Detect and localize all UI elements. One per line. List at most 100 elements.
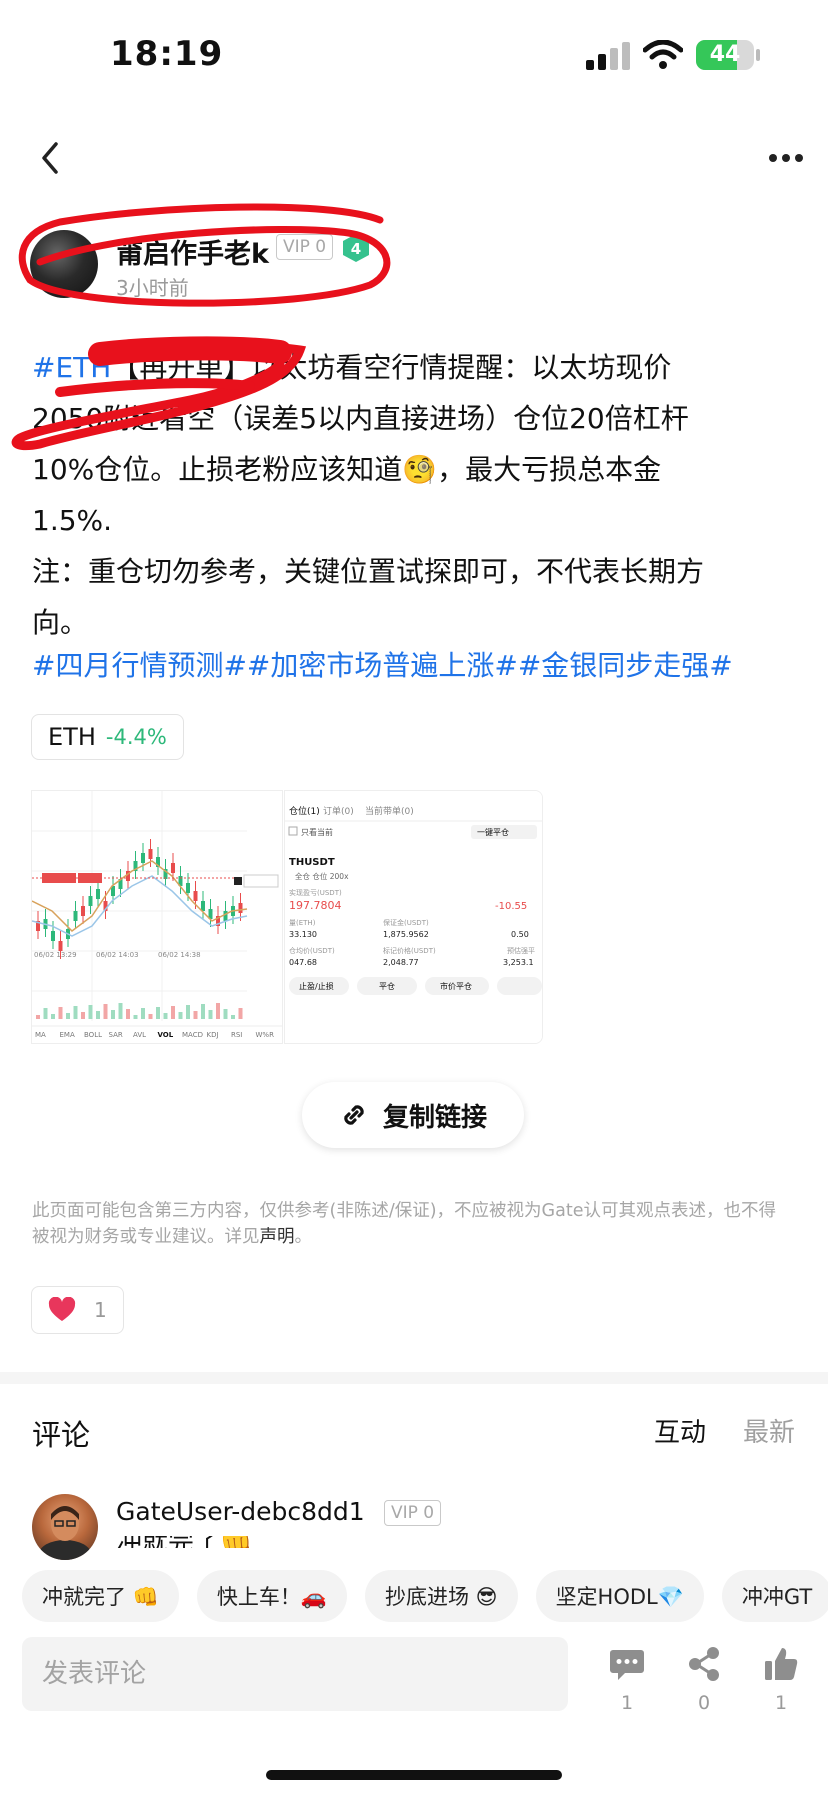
candle bbox=[73, 911, 78, 921]
like-button[interactable]: 1 bbox=[31, 1286, 124, 1334]
quick-replies: 冲就完了 👊 快上车！🚗 抄底进场 😎 坚定HODL💎 冲冲GT bbox=[0, 1570, 828, 1626]
post-tags[interactable]: #四月行情预测##加密市场普遍上涨##金银同步走强# bbox=[32, 640, 733, 691]
commenter-avatar[interactable] bbox=[32, 1494, 98, 1560]
ticker-symbol: ETH bbox=[48, 723, 96, 751]
wifi-icon bbox=[643, 40, 683, 69]
mark-label: 标记价格(USDT) bbox=[383, 946, 436, 955]
share-action[interactable]: 0 bbox=[674, 1646, 734, 1714]
position-panel: 仓位(1) 订单(0) 当前带单(0) 只看当前 一键平仓 THUSDT 全仓 … bbox=[285, 791, 542, 1043]
pnl-label: 实现盈亏(USDT) bbox=[289, 888, 342, 897]
sort-interaction-tab[interactable]: 互动 bbox=[654, 1412, 706, 1449]
like-action-count: 1 bbox=[774, 1692, 788, 1714]
volume-bar bbox=[88, 1005, 93, 1019]
candle bbox=[58, 941, 63, 951]
volume-bar bbox=[223, 1009, 228, 1019]
mark-value: 2,048.77 bbox=[383, 958, 419, 967]
indicator-label: MACD bbox=[182, 1031, 203, 1039]
volume-bar bbox=[208, 1010, 213, 1019]
battery-tip bbox=[756, 49, 760, 61]
position-screenshot[interactable]: 仓位(1) 订单(0) 当前带单(0) 只看当前 一键平仓 THUSDT 全仓 … bbox=[284, 790, 543, 1044]
indicator-label: RSI bbox=[231, 1031, 242, 1039]
quick-reply-chip[interactable]: 坚定HODL💎 bbox=[535, 1570, 704, 1622]
statement-link[interactable]: 声明 bbox=[260, 1227, 295, 1247]
quick-reply-chip[interactable]: 冲就完了 👊 bbox=[22, 1570, 179, 1622]
volume-bar bbox=[58, 1007, 63, 1019]
comment-count: 1 bbox=[620, 1692, 634, 1714]
volume-bar bbox=[36, 1015, 40, 1019]
indicator-label: EMA bbox=[60, 1031, 75, 1039]
commenter-name[interactable]: GateUser-debc8dd1 bbox=[116, 1497, 365, 1526]
indicator-label: SAR bbox=[109, 1031, 123, 1039]
disclaimer: 此页面可能包含第三方内容，仅供参考(非陈述/保证)，不应被视为Gate认可其观点… bbox=[32, 1198, 792, 1250]
post-time: 3小时前 bbox=[116, 276, 189, 300]
post-text: 【再开单】以太坊看空行情提醒：以太坊现价 bbox=[111, 351, 672, 384]
chart-date-1: 06/02 13:29 bbox=[34, 951, 77, 959]
post-line: #ETH【再开单】以太坊看空行情提醒：以太坊现价 bbox=[32, 342, 802, 393]
volume-bar bbox=[201, 1004, 205, 1019]
sort-latest-tab[interactable]: 最新 bbox=[743, 1412, 795, 1449]
volume-bar bbox=[231, 1015, 235, 1019]
comment-icon bbox=[610, 1650, 644, 1680]
quick-reply-chip[interactable]: 冲冲GT bbox=[721, 1570, 828, 1622]
tab-orders: 订单(0) bbox=[323, 805, 354, 817]
volume-bar bbox=[171, 1006, 175, 1019]
post-line: 注：重仓切勿参考，关键位置试探即可，不代表长期方 bbox=[32, 555, 705, 588]
volume-bar bbox=[43, 1008, 48, 1019]
candle bbox=[51, 931, 55, 941]
volume-bar bbox=[156, 1007, 160, 1019]
comment-action[interactable]: 1 bbox=[597, 1648, 657, 1714]
comment-input[interactable] bbox=[22, 1637, 568, 1711]
liq-label: 预估强平 bbox=[507, 946, 535, 955]
volume-bar bbox=[51, 1014, 55, 1019]
roe-value: -10.55 bbox=[495, 901, 527, 912]
liq-value: 3,253.1 bbox=[503, 958, 534, 967]
volume-bar bbox=[193, 1011, 198, 1019]
tp-sl-button: 止盈/止损 bbox=[299, 981, 334, 991]
like-action[interactable]: 1 bbox=[751, 1646, 811, 1714]
like-count: 1 bbox=[94, 1298, 107, 1322]
signal-icon bbox=[586, 42, 630, 70]
quick-reply-chip[interactable]: 抄底进场 😎 bbox=[364, 1570, 518, 1622]
candle bbox=[81, 906, 85, 916]
only-current: 只看当前 bbox=[301, 827, 333, 837]
volume-bar bbox=[111, 1010, 115, 1019]
tab-copy: 当前带单(0) bbox=[365, 805, 414, 817]
post-line: 10%仓位。止损老粉应该知道🧐，最大亏损总本金 bbox=[32, 453, 662, 486]
volume-bar bbox=[96, 1011, 100, 1019]
candle bbox=[148, 849, 153, 859]
volume-bar bbox=[133, 1015, 138, 1019]
candle bbox=[201, 901, 205, 911]
back-icon[interactable] bbox=[34, 138, 66, 178]
hashtag-eth[interactable]: #ETH bbox=[32, 351, 111, 384]
entry-value: 047.68 bbox=[289, 958, 317, 967]
volume-bar bbox=[148, 1014, 153, 1019]
link-icon bbox=[344, 1105, 364, 1125]
indicator-label: MA bbox=[35, 1031, 46, 1039]
author-avatar[interactable] bbox=[30, 230, 98, 298]
volume-bar bbox=[118, 1003, 123, 1019]
quick-reply-chip[interactable]: 快上车！🚗 bbox=[196, 1570, 347, 1622]
comment-input-box[interactable] bbox=[22, 1637, 568, 1711]
margin-value: 1,875.9562 bbox=[383, 930, 429, 939]
chart-date-3: 06/02 14:38 bbox=[158, 951, 201, 959]
volume-bar bbox=[163, 1013, 168, 1019]
qty-label: 量(ETH) bbox=[289, 919, 316, 927]
candle bbox=[88, 896, 93, 906]
more-icon[interactable] bbox=[768, 148, 804, 168]
section-divider bbox=[0, 1372, 828, 1384]
comment-text-clip: 冲就完了👊 bbox=[116, 1536, 416, 1548]
ticker-change: -4.4% bbox=[105, 725, 167, 749]
post-line: 1.5%. bbox=[32, 504, 113, 537]
author-name[interactable]: 莆启作手老k bbox=[116, 232, 269, 271]
candle bbox=[141, 853, 145, 863]
ticker-chip[interactable]: ETH -4.4% bbox=[31, 714, 184, 760]
level-badge: 4 bbox=[343, 234, 369, 262]
copy-link-button[interactable]: 复制链接 bbox=[302, 1082, 524, 1148]
candle bbox=[238, 903, 243, 913]
entry-label: 仓均价(USDT) bbox=[289, 946, 335, 955]
share-count: 0 bbox=[697, 1692, 711, 1714]
volume-bar bbox=[81, 1012, 85, 1019]
chart-screenshot[interactable]: 06/02 13:29 06/02 14:03 06/02 14:38 MA EM… bbox=[31, 790, 283, 1044]
home-indicator bbox=[266, 1770, 562, 1780]
disclaimer-text: 此页面可能包含第三方内容，仅供参考(非陈述/保证)，不应被视为Gate认可其观点… bbox=[32, 1201, 776, 1247]
